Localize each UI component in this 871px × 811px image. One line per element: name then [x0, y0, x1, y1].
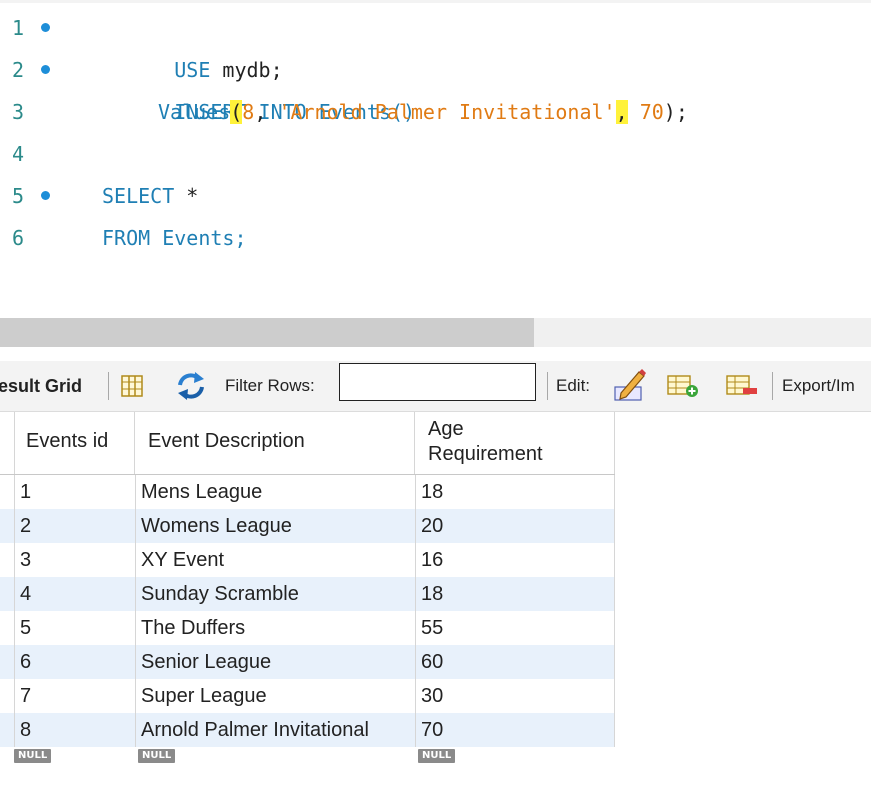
grid-header: Events id Event Description Age Requirem… — [0, 412, 615, 475]
export-import-label[interactable]: Export/Im — [782, 361, 855, 411]
cell-event-description[interactable]: Super League — [141, 679, 267, 713]
null-badge: NULL — [138, 749, 176, 763]
column-header-event-description[interactable]: Event Description — [135, 412, 415, 474]
code-line[interactable]: 3 Values(8, 'Arnold Palmer Invitational'… — [0, 91, 871, 133]
column-header-age-requirement[interactable]: Age Requirement — [415, 412, 615, 474]
cell-event-description[interactable]: XY Event — [141, 543, 224, 577]
column-header-label: Requirement — [428, 443, 543, 465]
new-row-placeholder[interactable]: NULL NULL NULL — [0, 747, 615, 771]
cell-age-requirement[interactable]: 30 — [421, 679, 443, 713]
sql-editor[interactable]: 1 USE mydb; 2 INSERT INTO Events() 3 Val… — [0, 0, 871, 321]
code-text: FROM Events; — [102, 217, 247, 259]
cell-events-id[interactable]: 8 — [20, 713, 31, 747]
statement-dot-icon — [41, 191, 50, 200]
null-badge: NULL — [14, 749, 52, 763]
statement-dot-icon — [41, 65, 50, 74]
column-header-events-id[interactable]: Events id — [15, 412, 135, 474]
table-row[interactable]: 4 Sunday Scramble 18 — [0, 577, 615, 611]
cell-event-description[interactable]: Womens League — [141, 509, 292, 543]
cell-age-requirement[interactable]: 20 — [421, 509, 443, 543]
line-number: 4 — [12, 142, 25, 166]
grid-line — [135, 475, 136, 747]
line-number: 1 — [12, 16, 25, 40]
code-text: SELECT * — [102, 175, 198, 217]
cell-events-id[interactable]: 3 — [20, 543, 31, 577]
scrollbar-thumb[interactable] — [0, 318, 534, 347]
null-badge: NULL — [418, 749, 456, 763]
cell-age-requirement[interactable]: 18 — [421, 475, 443, 509]
line-number: 6 — [12, 226, 25, 250]
code-token: ( — [230, 100, 243, 124]
cell-event-description[interactable]: Mens League — [141, 475, 262, 509]
grid-line — [14, 475, 15, 747]
add-row-icon[interactable] — [663, 361, 703, 411]
code-line[interactable]: 2 INSERT INTO Events() — [0, 49, 871, 124]
refresh-icon[interactable] — [174, 361, 208, 411]
statement-dot-icon — [41, 23, 50, 32]
code-text: Values(8, 'Arnold Palmer Invitational', … — [158, 91, 688, 133]
cell-events-id[interactable]: 1 — [20, 475, 31, 509]
toolbar-divider — [772, 372, 773, 400]
cell-events-id[interactable]: 4 — [20, 577, 31, 611]
cell-age-requirement[interactable]: 70 — [421, 713, 443, 747]
code-line[interactable]: 5 SELECT * — [0, 175, 871, 217]
table-row[interactable]: 8 Arnold Palmer Invitational 70 — [0, 713, 615, 747]
code-token: 8 — [242, 100, 255, 124]
cell-event-description[interactable]: Sunday Scramble — [141, 577, 299, 611]
cell-event-description[interactable]: The Duffers — [141, 611, 245, 645]
delete-row-icon[interactable] — [722, 361, 762, 411]
grid-line — [614, 475, 615, 747]
table-row[interactable]: 6 Senior League 60 — [0, 645, 615, 679]
cell-events-id[interactable]: 2 — [20, 509, 31, 543]
cell-events-id[interactable]: 5 — [20, 611, 31, 645]
code-token: SELECT — [102, 184, 175, 208]
code-token: ); — [663, 100, 688, 124]
line-number: 3 — [12, 100, 25, 124]
table-row[interactable]: 7 Super League 30 — [0, 679, 615, 713]
edit-label: Edit: — [556, 376, 591, 395]
filter-rows-input[interactable] — [339, 363, 536, 401]
row-header-column — [0, 412, 15, 474]
code-token: , — [254, 100, 279, 124]
cell-age-requirement[interactable]: 55 — [421, 611, 443, 645]
table-row[interactable]: 5 The Duffers 55 — [0, 611, 615, 645]
code-token: 70 — [639, 100, 664, 124]
result-grid-tab[interactable]: esult Grid — [0, 361, 82, 411]
cell-age-requirement[interactable]: 18 — [421, 577, 443, 611]
cell-events-id[interactable]: 6 — [20, 645, 31, 679]
edit-pencil-icon[interactable] — [609, 361, 649, 411]
code-token: * — [174, 184, 199, 208]
code-line[interactable]: 1 USE mydb; — [0, 7, 871, 82]
code-token: 'Arnold Palmer Invitational' — [278, 100, 616, 124]
code-token: FROM Events; — [102, 226, 247, 250]
cell-event-description[interactable]: Arnold Palmer Invitational — [141, 713, 369, 747]
column-header-label: Event Description — [148, 430, 305, 452]
table-row[interactable]: 2 Womens League 20 — [0, 509, 615, 543]
table-row[interactable]: 3 XY Event 16 — [0, 543, 615, 577]
grid-line — [415, 475, 416, 747]
filter-rows-label: Filter Rows: — [225, 376, 315, 395]
cell-events-id[interactable]: 7 — [20, 679, 31, 713]
code-line[interactable]: 6 FROM Events; — [0, 217, 871, 259]
result-toolbar: esult Grid Filter Rows: Edit: Export/Im — [0, 361, 871, 412]
cell-age-requirement[interactable]: 16 — [421, 543, 443, 577]
line-number: 2 — [12, 58, 25, 82]
column-header-label: Events id — [26, 430, 109, 452]
code-token: , — [615, 100, 628, 124]
cell-age-requirement[interactable]: 60 — [421, 645, 443, 679]
table-row[interactable]: 1 Mens League 18 — [0, 475, 615, 509]
column-header-label: Age — [428, 418, 464, 440]
horizontal-scrollbar[interactable] — [0, 318, 871, 347]
cell-event-description[interactable]: Senior League — [141, 645, 271, 679]
line-number: 5 — [12, 184, 25, 208]
code-token: Values — [158, 100, 231, 124]
grid-layout-icon[interactable] — [120, 361, 146, 411]
toolbar-divider — [547, 372, 548, 400]
toolbar-divider — [108, 372, 109, 400]
code-line[interactable]: 4 — [0, 133, 871, 175]
